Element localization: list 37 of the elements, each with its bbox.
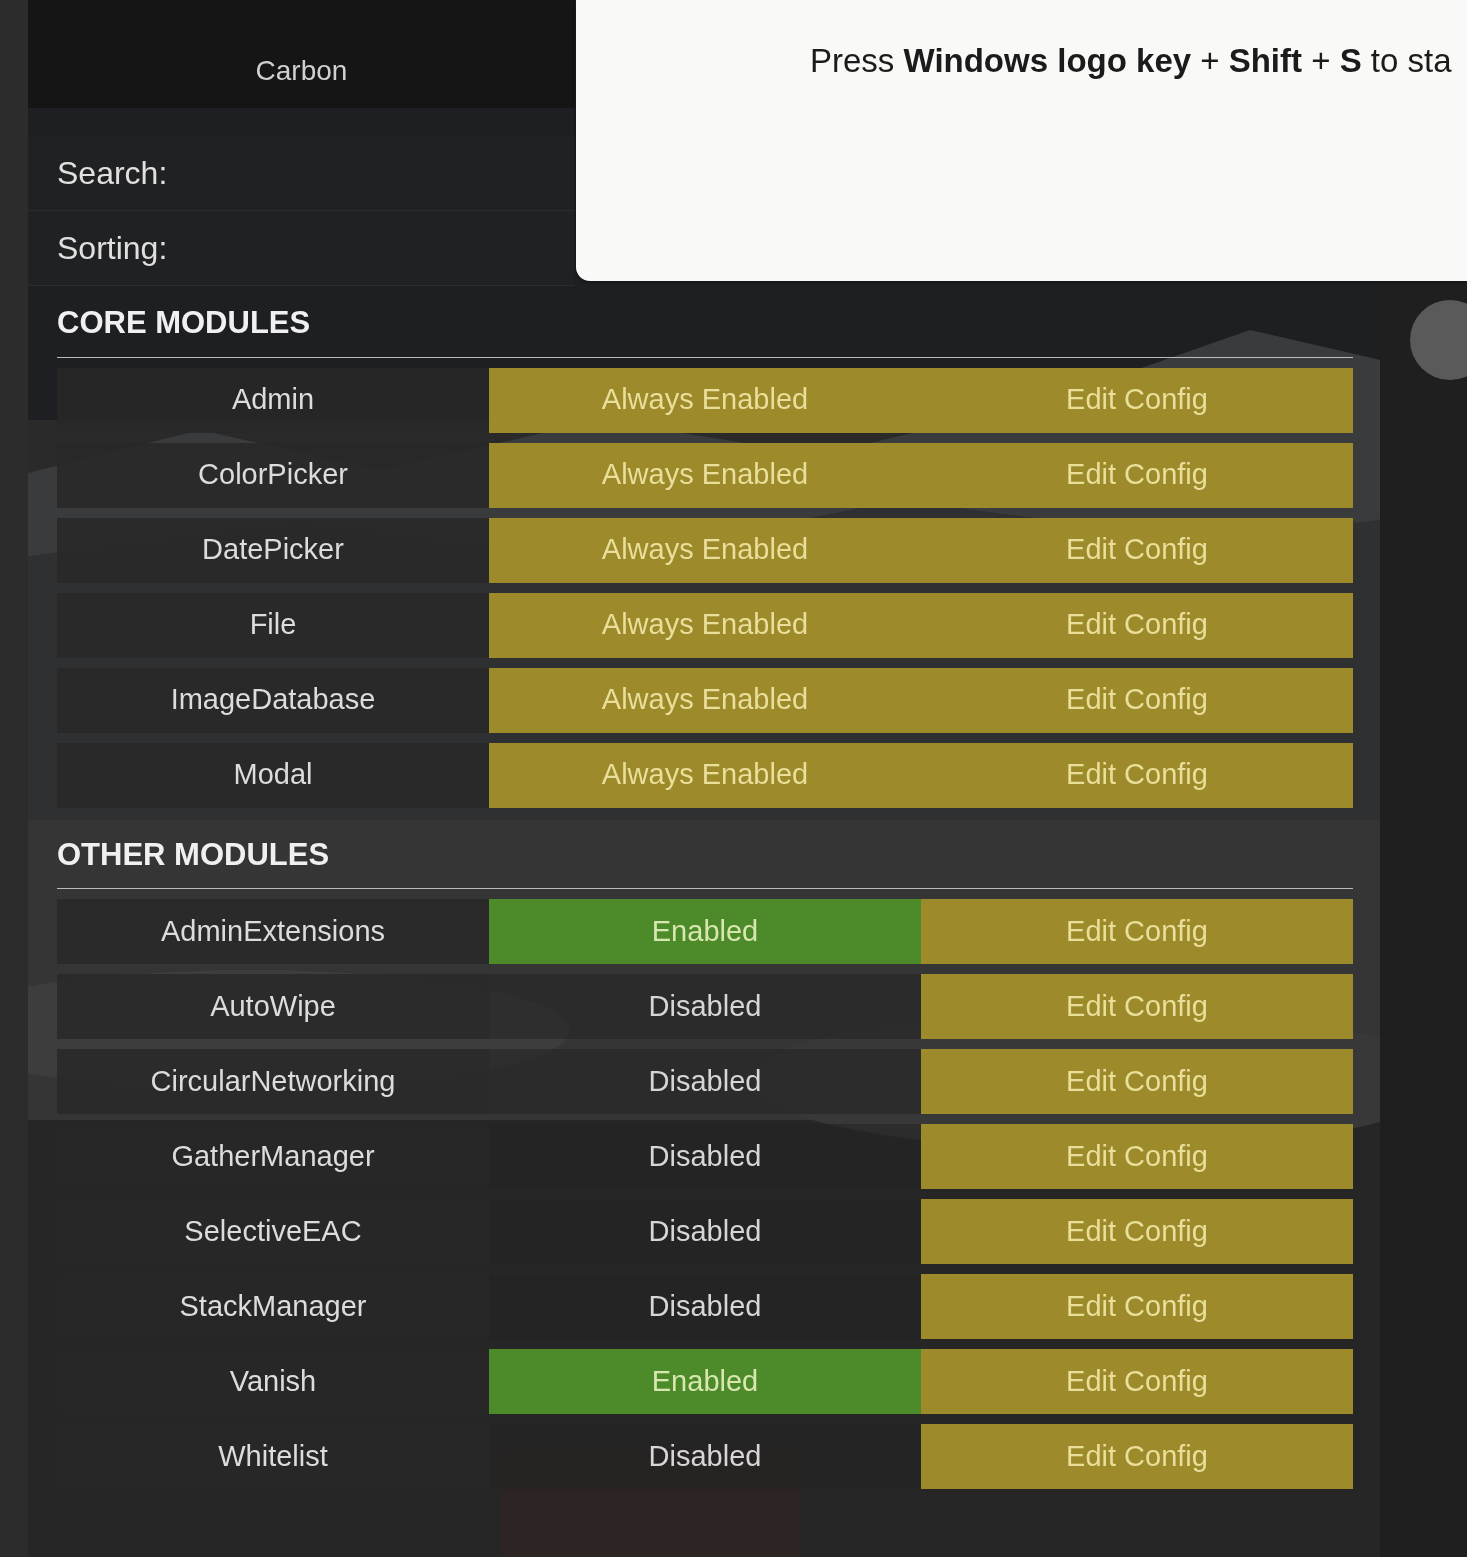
status-toggle[interactable]: Always Enabled <box>489 592 921 658</box>
status-toggle[interactable]: Always Enabled <box>489 442 921 508</box>
app-title: Carbon <box>255 57 348 85</box>
module-name: File <box>57 592 489 658</box>
edit-config-button[interactable]: Edit Config <box>921 974 1353 1039</box>
edit-config-button[interactable]: Edit Config <box>921 899 1353 964</box>
module-name: DatePicker <box>57 517 489 583</box>
edit-config-button[interactable]: Edit Config <box>921 742 1353 808</box>
edit-config-button[interactable]: Edit Config <box>921 1349 1353 1414</box>
module-name: ImageDatabase <box>57 667 489 733</box>
status-toggle[interactable]: Always Enabled <box>489 742 921 808</box>
module-name: ColorPicker <box>57 442 489 508</box>
instruction-text: Press Windows logo key + Shift + S to sta <box>810 41 1452 81</box>
edit-config-button[interactable]: Edit Config <box>921 1424 1353 1489</box>
edit-config-button[interactable]: Edit Config <box>921 367 1353 433</box>
section-heading: CORE MODULES <box>57 306 311 341</box>
edit-config-button[interactable]: Edit Config <box>921 667 1353 733</box>
module-name: Admin <box>57 367 489 433</box>
module-name: CircularNetworking <box>57 1049 489 1114</box>
edit-config-button[interactable]: Edit Config <box>921 1124 1353 1189</box>
edit-config-button[interactable]: Edit Config <box>921 517 1353 583</box>
edit-config-button[interactable]: Edit Config <box>921 592 1353 658</box>
module-name: AutoWipe <box>57 974 489 1039</box>
filter-label: Sorting: <box>57 229 168 267</box>
section-heading: OTHER MODULES <box>57 837 330 872</box>
edit-config-button[interactable]: Edit Config <box>921 1199 1353 1264</box>
status-toggle[interactable]: Always Enabled <box>489 517 921 583</box>
status-toggle[interactable]: Always Enabled <box>489 367 921 433</box>
edit-config-button[interactable]: Edit Config <box>921 1049 1353 1114</box>
status-toggle[interactable]: Enabled <box>489 1349 921 1414</box>
filter-label: Search: <box>57 154 168 192</box>
edit-config-button[interactable]: Edit Config <box>921 442 1353 508</box>
status-toggle[interactable]: Enabled <box>489 899 921 964</box>
module-name: Modal <box>57 742 489 808</box>
module-name: AdminExtensions <box>57 899 489 964</box>
status-toggle[interactable]: Always Enabled <box>489 667 921 733</box>
edit-config-button[interactable]: Edit Config <box>921 1274 1353 1339</box>
